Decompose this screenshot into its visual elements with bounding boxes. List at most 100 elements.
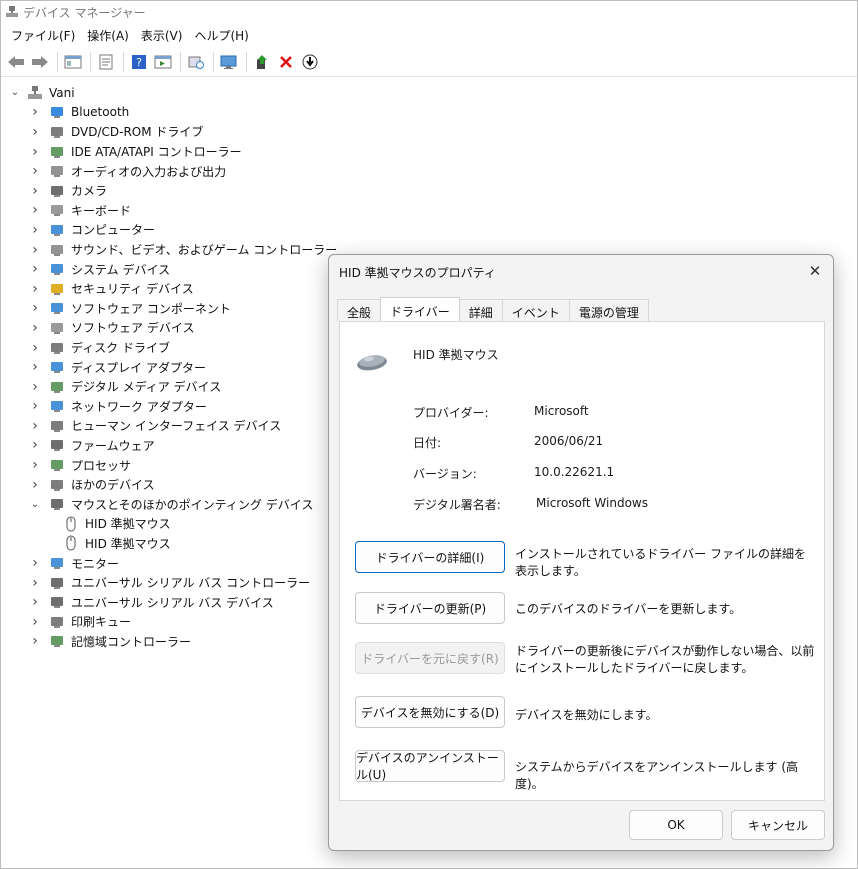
tab-events[interactable]: イベント (501, 299, 570, 321)
chevron-right-icon[interactable]: › (29, 477, 41, 493)
chevron-right-icon[interactable]: › (29, 261, 41, 277)
add-legacy-hardware-icon[interactable] (218, 51, 240, 73)
menu-view[interactable]: 表示(V) (135, 25, 189, 46)
chevron-right-icon[interactable]: › (29, 379, 41, 395)
ide-controller-icon (49, 144, 65, 160)
other-device-icon (49, 477, 65, 493)
tree-category-label: マウスとそのほかのポインティング デバイス (71, 497, 314, 512)
tree-category-label: プロセッサ (71, 458, 132, 473)
chevron-right-icon[interactable]: › (29, 594, 41, 610)
chevron-right-icon[interactable]: › (29, 340, 41, 356)
update-driver-icon[interactable] (251, 51, 273, 73)
tree-category-label: システム デバイス (71, 262, 171, 277)
tree-category[interactable]: › Bluetooth (1, 103, 857, 123)
chevron-right-icon[interactable]: › (29, 398, 41, 414)
tree-category-label: Bluetooth (71, 105, 130, 120)
rollback-driver-button[interactable]: ドライバーを元に戻す(R) (355, 642, 505, 674)
tab-details[interactable]: 詳細 (458, 299, 503, 321)
version-value: 10.0.22621.1 (534, 465, 615, 479)
chevron-right-icon[interactable]: › (29, 124, 41, 140)
menu-action[interactable]: 操作(A) (81, 25, 135, 46)
tree-category-label: ディスク ドライブ (71, 341, 170, 356)
driver-details-desc: インストールされているドライバー ファイルの詳細を表示します。 (515, 547, 806, 578)
tree-category-label: カメラ (71, 184, 108, 199)
toolbar-separator (90, 51, 91, 72)
chevron-right-icon[interactable]: › (29, 633, 41, 649)
tab-driver[interactable]: ドライバー (380, 297, 460, 321)
chevron-right-icon[interactable]: › (29, 575, 41, 591)
uninstall-device-icon[interactable] (275, 51, 297, 73)
tree-category-label: キーボード (71, 203, 132, 218)
svg-text:?: ? (136, 56, 142, 69)
scan-hardware-icon[interactable] (185, 51, 207, 73)
action-pane-icon[interactable] (152, 51, 174, 73)
ok-button[interactable]: OK (629, 810, 723, 840)
chevron-right-icon[interactable]: › (29, 104, 41, 120)
chevron-right-icon[interactable]: › (29, 183, 41, 199)
tree-category[interactable]: › コンピューター (1, 220, 857, 240)
driver-tab-panel: HID 準拠マウス プロバイダー: Microsoft 日付: 2006/06/… (339, 321, 825, 801)
tree-root-label: Vani (49, 85, 75, 100)
close-icon[interactable]: ✕ (805, 261, 825, 281)
update-driver-button[interactable]: ドライバーの更新(P) (355, 592, 505, 624)
tree-category-label: ソフトウェア デバイス (71, 321, 195, 336)
chevron-right-icon[interactable]: › (29, 320, 41, 336)
date-value: 2006/06/21 (534, 434, 604, 448)
tree-category-label: ファームウェア (71, 438, 155, 453)
software-component-icon (49, 300, 65, 316)
uninstall-device-button[interactable]: デバイスのアンインストール(U) (355, 750, 505, 782)
chevron-right-icon[interactable]: › (29, 163, 41, 179)
tree-category[interactable]: › キーボード (1, 201, 857, 221)
chevron-right-icon[interactable]: › (29, 614, 41, 630)
help-icon[interactable]: ? (128, 51, 150, 73)
computer-root-icon (27, 85, 43, 101)
chevron-right-icon[interactable]: › (29, 437, 41, 453)
date-label: 日付: (413, 436, 442, 450)
tree-category-label: ユニバーサル シリアル バス デバイス (71, 595, 274, 610)
forward-arrow-icon[interactable] (29, 51, 51, 73)
chevron-right-icon[interactable]: › (29, 222, 41, 238)
toolbar-separator (246, 51, 247, 72)
tree-category[interactable]: › IDE ATA/ATAPI コントローラー (1, 142, 857, 162)
tab-strip: 全般 ドライバー 詳細 イベント 電源の管理 (337, 297, 649, 321)
dvd-drive-icon (49, 124, 65, 140)
chevron-down-icon[interactable]: ⌄ (9, 87, 21, 99)
signer-label: デジタル署名者: (413, 498, 501, 512)
dialog-title: HID 準拠マウスのプロパティ (339, 266, 496, 280)
driver-details-button[interactable]: ドライバーの詳細(I) (355, 541, 505, 573)
menu-file[interactable]: ファイル(F) (5, 25, 81, 46)
tree-category-label: ほかのデバイス (71, 478, 155, 493)
chevron-right-icon[interactable]: › (29, 457, 41, 473)
tree-category[interactable]: › オーディオの入力および出力 (1, 161, 857, 181)
disable-device-icon[interactable] (299, 51, 321, 73)
usb-icon (49, 594, 65, 610)
chevron-right-icon[interactable]: › (29, 144, 41, 160)
tab-general[interactable]: 全般 (337, 299, 382, 321)
disable-device-button[interactable]: デバイスを無効にする(D) (355, 696, 505, 728)
tree-category[interactable]: › カメラ (1, 181, 857, 201)
bluetooth-icon (49, 104, 65, 120)
tree-root[interactable]: ⌄ Vani (1, 83, 857, 103)
menu-help[interactable]: ヘルプ(H) (188, 25, 254, 46)
rollback-driver-desc: ドライバーの更新後にデバイスが動作しない場合、以前にインストールしたドライバーに… (515, 644, 815, 675)
tree-category-label: デジタル メディア デバイス (71, 380, 222, 395)
title-bar: デバイス マネージャー (1, 1, 857, 23)
hid-icon (49, 418, 65, 434)
tree-category-label: ネットワーク アダプター (71, 399, 207, 414)
properties-dialog: HID 準拠マウスのプロパティ ✕ 全般 ドライバー 詳細 イベント 電源の管理… (328, 254, 834, 851)
chevron-right-icon[interactable]: › (29, 300, 41, 316)
tab-power-management[interactable]: 電源の管理 (568, 299, 649, 321)
chevron-right-icon[interactable]: › (29, 555, 41, 571)
chevron-right-icon[interactable]: › (29, 281, 41, 297)
chevron-right-icon[interactable]: › (29, 242, 41, 258)
tree-category[interactable]: › DVD/CD-ROM ドライブ (1, 122, 857, 142)
back-arrow-icon[interactable] (5, 51, 27, 73)
cancel-button[interactable]: キャンセル (731, 810, 825, 840)
properties-icon[interactable] (95, 51, 117, 73)
chevron-right-icon[interactable]: › (29, 418, 41, 434)
chevron-right-icon[interactable]: › (29, 359, 41, 375)
chevron-right-icon[interactable]: › (29, 202, 41, 218)
sound-icon (49, 242, 65, 258)
show-hide-tree-icon[interactable] (62, 51, 84, 73)
chevron-down-icon[interactable]: ⌄ (29, 498, 41, 510)
